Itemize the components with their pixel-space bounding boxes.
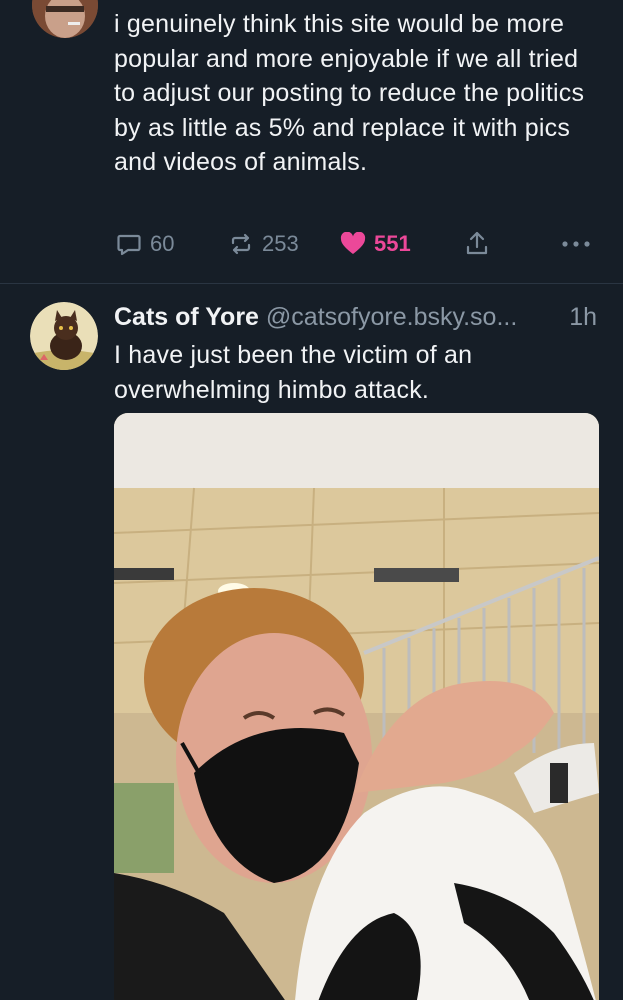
- avatar[interactable]: [32, 0, 98, 38]
- like-count: 551: [374, 231, 411, 256]
- reply-icon: [116, 231, 142, 257]
- like-button[interactable]: 551: [340, 226, 411, 262]
- post-text: I have just been the victim of an overwh…: [114, 341, 473, 404]
- author-name[interactable]: Cats of Yore: [114, 303, 259, 331]
- post-time[interactable]: 1h: [569, 300, 597, 334]
- more-options-button[interactable]: [561, 226, 591, 262]
- post-video[interactable]: [114, 413, 599, 1000]
- post-divider: [0, 283, 623, 284]
- heart-icon: [340, 232, 366, 256]
- avatar[interactable]: [30, 302, 98, 370]
- author-handle[interactable]: @catsofyore.bsky.so...: [266, 303, 517, 331]
- more-icon: [561, 239, 591, 249]
- post-header: Cats of Yore @catsofyore.bsky.so... 1h: [114, 300, 609, 334]
- share-icon: [464, 230, 490, 258]
- repost-icon: [228, 231, 254, 257]
- repost-button[interactable]: 253: [228, 226, 299, 262]
- repost-count: 253: [262, 231, 299, 256]
- share-button[interactable]: [464, 226, 490, 262]
- reply-count: 60: [150, 231, 175, 256]
- feed: i genuinely think this site would be mor…: [0, 0, 623, 1000]
- reply-button[interactable]: 60: [116, 226, 174, 262]
- post-actions: 60 253 551: [0, 226, 623, 262]
- post-1[interactable]: i genuinely think this site would be mor…: [0, 0, 623, 283]
- post-text: i genuinely think this site would be mor…: [114, 10, 585, 176]
